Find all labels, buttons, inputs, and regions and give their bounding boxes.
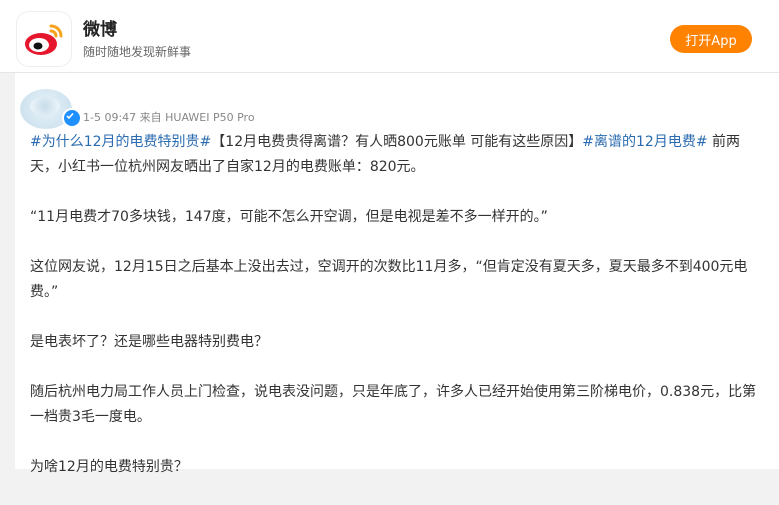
avatar-image — [30, 97, 60, 115]
topic-link[interactable]: #为什么12月的电费特别贵# — [30, 134, 211, 150]
post-paragraph: 是电表坏了？还是哪些电器特别费电？ — [30, 334, 268, 350]
post-paragraph: 这位网友说，12月15日之后基本上没出去过，空调开的次数比11月多，“但肯定没有… — [30, 259, 748, 300]
post-paragraph: #为什么12月的电费特别贵#【12月电费贵得离谱？有人晒800元账单 可能有这些… — [30, 130, 765, 180]
app-header: 微博 随时随地发现新鲜事 打开App — [0, 0, 779, 73]
post-paragraph: 为啥12月的电费特别贵？ — [30, 459, 188, 475]
post-card: 1-5 09:47 来自 HUAWEI P50 Pro #为什么12月的电费特别… — [15, 73, 779, 475]
post-text: 【12月电费贵得离谱？有人晒800元账单 可能有这些原因】 — [211, 134, 583, 150]
post-paragraph: 随后杭州电力局工作人员上门检查，说电表没问题，只是年底了，许多人已经开始使用第三… — [30, 384, 757, 425]
topic-link[interactable]: #离谱的12月电费# — [582, 134, 707, 150]
app-name: 微博 — [83, 20, 117, 40]
verified-badge-icon — [62, 108, 82, 128]
app-slogan: 随时随地发现新鲜事 — [83, 45, 192, 59]
post-meta: 1-5 09:47 来自 HUAWEI P50 Pro — [83, 111, 255, 124]
open-app-button[interactable]: 打开App — [670, 25, 752, 53]
weibo-logo-icon[interactable] — [17, 12, 71, 66]
post-paragraph: “11月电费才70多块钱，147度，可能不怎么开空调，但是电视是差不多一样开的。… — [30, 209, 548, 225]
post-content: #为什么12月的电费特别贵#【12月电费贵得离谱？有人晒800元账单 可能有这些… — [30, 130, 765, 505]
